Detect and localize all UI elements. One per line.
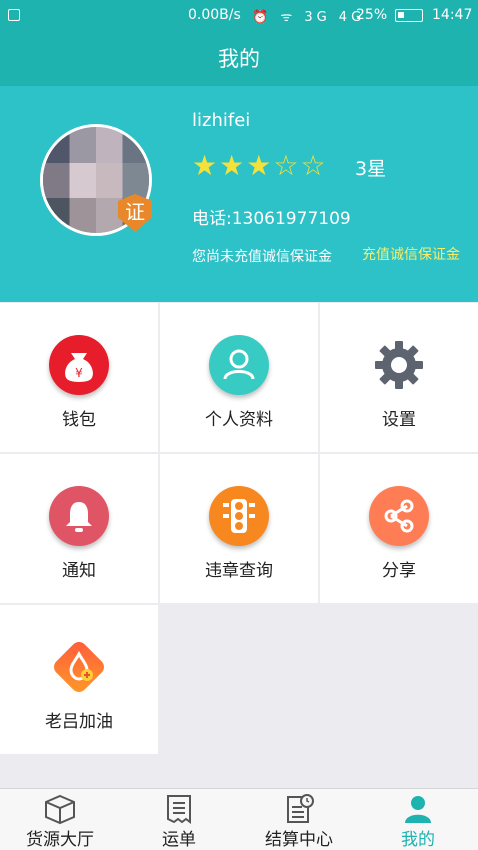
tab-settlement[interactable]: 结算中心 — [239, 789, 359, 850]
tab-mine[interactable]: 我的 — [358, 789, 478, 850]
grid-item-settings[interactable]: 设置 — [320, 303, 478, 452]
grid-item-label: 违章查询 — [205, 561, 273, 581]
bell-icon — [49, 486, 109, 546]
status-indicators: ⏰ ᯤ 3G 4G — [252, 10, 366, 25]
tab-label: 结算中心 — [265, 830, 333, 850]
star-empty-icon: ☆ — [273, 149, 301, 182]
grid-item-notification[interactable]: 通知 — [0, 454, 158, 603]
tab-waybill[interactable]: 运单 — [119, 789, 239, 850]
grid-item-wallet[interactable]: ¥ 钱包 — [0, 303, 158, 452]
star-filled-icon: ★ — [192, 149, 220, 182]
grid-item-fuel[interactable]: 老吕加油 — [0, 605, 158, 754]
wallet-icon: ¥ — [49, 335, 109, 395]
grid-item-label: 老吕加油 — [45, 712, 113, 732]
battery-percent: 25% — [356, 7, 388, 23]
phone-number: 电话:13061977109 — [192, 209, 351, 229]
star-empty-icon: ☆ — [300, 149, 328, 182]
person-icon — [401, 793, 435, 825]
recharge-deposit-link[interactable]: 充值诚信保证金 — [362, 246, 468, 264]
status-bar: 0.00B/s ⏰ ᯤ 3G 4G 25% 14:47 — [0, 0, 478, 32]
grid-item-label: 分享 — [382, 561, 416, 581]
waybill-icon — [162, 793, 196, 825]
page-title: 我的 — [0, 32, 478, 86]
settlement-icon — [282, 793, 316, 825]
grid-item-label: 通知 — [62, 561, 96, 581]
fuel-drop-icon — [49, 637, 109, 697]
box-icon — [43, 793, 77, 825]
grid-item-label: 个人资料 — [205, 410, 273, 430]
gear-icon — [369, 335, 429, 395]
tab-label: 货源大厅 — [26, 830, 94, 850]
battery-icon — [395, 9, 423, 22]
grid-item-share[interactable]: 分享 — [320, 454, 478, 603]
traffic-light-icon — [209, 486, 269, 546]
profile-header: 证 lizhifei ★★★☆☆ 3星 电话:13061977109 您尚未充值… — [0, 86, 478, 302]
profile-icon — [209, 335, 269, 395]
username: lizhifei — [192, 110, 251, 131]
grid-item-label: 钱包 — [62, 410, 96, 430]
tab-label: 我的 — [401, 830, 435, 850]
tab-label: 运单 — [162, 830, 196, 850]
bottom-tab-bar: 货源大厅 运单 结算中心 我的 — [0, 788, 478, 850]
rating-stars: ★★★☆☆ — [192, 150, 328, 182]
share-icon — [369, 486, 429, 546]
grid-item-profile[interactable]: 个人资料 — [160, 303, 318, 452]
tab-cargo-hall[interactable]: 货源大厅 — [0, 789, 120, 850]
svg-text:¥: ¥ — [75, 366, 83, 380]
network-speed: 0.00B/s — [188, 7, 241, 23]
star-filled-icon: ★ — [246, 149, 274, 182]
notification-icon — [8, 9, 20, 21]
deposit-status: 您尚未充值诚信保证金 — [192, 249, 332, 265]
grid-item-label: 设置 — [382, 410, 416, 430]
rating-text: 3星 — [355, 158, 387, 180]
grid-item-violation-query[interactable]: 违章查询 — [160, 454, 318, 603]
clock: 14:47 — [432, 7, 473, 23]
star-filled-icon: ★ — [219, 149, 247, 182]
